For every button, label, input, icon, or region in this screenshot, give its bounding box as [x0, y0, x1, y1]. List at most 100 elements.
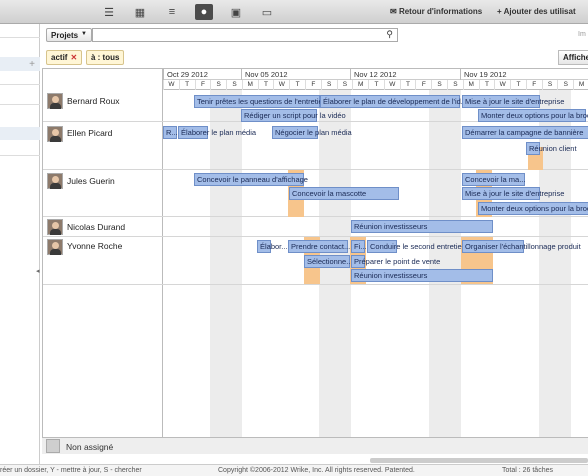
- day-label: M: [352, 80, 368, 90]
- unassigned-label: Non assigné: [66, 442, 114, 452]
- day-label: T: [478, 80, 495, 90]
- task-bar[interactable]: Concevoir la mascotte: [289, 187, 399, 200]
- gantt-chart: Oct 29 2012 Nov 05 2012 Nov 12 2012 Nov …: [42, 68, 588, 440]
- collapse-arrow-icon[interactable]: ◂: [36, 267, 40, 275]
- task-bar[interactable]: R...: [163, 126, 178, 139]
- task-total: Total : 26 tâches: [502, 467, 553, 474]
- projects-dropdown[interactable]: Projets ▼: [46, 28, 92, 42]
- day-label: W: [383, 80, 400, 90]
- task-bar[interactable]: Prendre contact...: [288, 240, 350, 253]
- day-label: F: [525, 80, 542, 90]
- chat-icon[interactable]: ▭: [258, 4, 276, 20]
- day-label: S: [557, 80, 573, 90]
- im-label: Im: [578, 31, 586, 38]
- task-bar[interactable]: Conduire le second entretien: [367, 240, 466, 253]
- person-name: Nicolas Durand: [67, 222, 126, 232]
- day-label: T: [257, 80, 274, 90]
- week-label: Nov 05 2012: [241, 69, 288, 80]
- add-user-label: Ajouter des utilisat: [503, 7, 576, 16]
- day-label: F: [415, 80, 431, 90]
- task-bar[interactable]: Élabor...: [257, 240, 288, 253]
- menu-icon[interactable]: ☰: [100, 4, 118, 20]
- day-label: T: [368, 80, 384, 90]
- avatar: [47, 219, 63, 235]
- day-label: M: [241, 80, 258, 90]
- task-bar[interactable]: Négocier le plan média: [272, 126, 352, 139]
- day-label: S: [226, 80, 242, 90]
- search-input[interactable]: ⚲: [92, 28, 398, 42]
- task-bar[interactable]: Élaborer le plan média: [178, 126, 256, 139]
- top-toolbar: ☰ ▦ ≡ ● ▣ ▭ ✉ Retour d'informations + Aj…: [0, 0, 588, 24]
- person-row: Nicolas Durand: [43, 217, 588, 237]
- avatar: [46, 439, 60, 453]
- sidebar-divider: [0, 84, 40, 85]
- task-bar[interactable]: Mise à jour le site d'entreprise: [462, 95, 564, 108]
- filter-tag-label: à : tous: [91, 53, 120, 62]
- calendar-icon[interactable]: ▣: [227, 4, 245, 20]
- filter-tag-active[interactable]: actif ✕: [46, 50, 83, 65]
- day-label: M: [462, 80, 479, 90]
- task-bar[interactable]: Préparer le point de vente: [351, 255, 440, 268]
- task-bar[interactable]: Réunion investisseurs: [351, 220, 493, 233]
- day-label: T: [510, 80, 526, 90]
- avatar: [47, 93, 63, 109]
- list-icon[interactable]: ≡: [163, 4, 181, 20]
- task-bar[interactable]: Concevoir la ma...: [462, 173, 525, 186]
- shortcuts-text: réer un dossier, Y - mettre à jour, S - …: [0, 467, 142, 474]
- close-icon[interactable]: ✕: [70, 53, 77, 62]
- week-label: Nov 19 2012: [460, 69, 507, 80]
- task-bar[interactable]: Tenir prêtes les questions de l'entretie…: [194, 95, 327, 108]
- task-bar[interactable]: Rédiger un script pour la vidéo: [241, 109, 346, 122]
- avatar: [47, 126, 63, 142]
- person-name: Bernard Roux: [67, 96, 120, 106]
- feedback-button[interactable]: ✉ Retour d'informations: [390, 7, 482, 16]
- task-bar[interactable]: Fi...: [351, 240, 367, 253]
- task-bar[interactable]: Élaborer le plan de développement de l'i…: [320, 95, 467, 108]
- task-bar[interactable]: Monter deux options pour la broch: [478, 109, 588, 122]
- day-label: S: [320, 80, 337, 90]
- day-label: S: [447, 80, 463, 90]
- left-sidebar: + ◂: [0, 24, 40, 464]
- day-label: S: [541, 80, 558, 90]
- plus-icon[interactable]: +: [29, 59, 35, 70]
- task-bar[interactable]: Sélectionne...: [304, 255, 352, 268]
- task-bar[interactable]: Mise à jour le site d'entreprise: [462, 187, 564, 200]
- sidebar-divider: [0, 104, 40, 105]
- person-name: Jules Guerin: [67, 176, 115, 186]
- sidebar-selected-item[interactable]: [0, 127, 40, 140]
- person-name: Yvonne Roche: [67, 241, 123, 251]
- task-bar[interactable]: Réunion client: [526, 142, 577, 155]
- add-user-button[interactable]: + Ajouter des utilisat: [497, 7, 576, 16]
- copyright-text: Copyright ©2006-2012 Wrike, Inc. All rig…: [218, 467, 415, 474]
- day-label: F: [305, 80, 321, 90]
- day-label: S: [336, 80, 353, 90]
- search-icon[interactable]: ⚲: [386, 29, 393, 40]
- horizontal-scrollbar[interactable]: [370, 458, 588, 463]
- sidebar-divider: [0, 155, 40, 156]
- person-icon[interactable]: ●: [195, 4, 213, 20]
- task-bar[interactable]: Monter deux options pour la broch: [478, 202, 588, 215]
- day-label: W: [163, 80, 179, 90]
- day-label: W: [273, 80, 289, 90]
- filter-tag-label: actif: [51, 53, 68, 62]
- grid-icon[interactable]: ▦: [131, 4, 149, 20]
- task-bar[interactable]: Réunion investisseurs: [351, 269, 493, 282]
- day-label: S: [210, 80, 226, 90]
- chat-icon: ✉: [390, 7, 399, 16]
- filter-tag-all[interactable]: à : tous: [86, 50, 125, 65]
- day-label: T: [399, 80, 416, 90]
- week-header: Oct 29 2012 Nov 05 2012 Nov 12 2012 Nov …: [163, 69, 588, 80]
- plus-icon: +: [497, 7, 504, 16]
- week-label: Nov 12 2012: [350, 69, 397, 80]
- unassigned-row: Non assigné: [42, 437, 588, 454]
- task-bar[interactable]: Organiser l'échantillonnage produit: [462, 240, 581, 253]
- feedback-label: Retour d'informations: [398, 7, 483, 16]
- day-label: T: [289, 80, 305, 90]
- task-bar[interactable]: Concevoir le panneau d'affichage: [194, 173, 308, 186]
- display-button[interactable]: Affiche: [558, 50, 588, 65]
- day-label: S: [431, 80, 447, 90]
- day-label: M: [573, 80, 588, 90]
- week-label: Oct 29 2012: [163, 69, 208, 80]
- task-bar[interactable]: Démarrer la campagne de bannière: [462, 126, 588, 139]
- footer: réer un dossier, Y - mettre à jour, S - …: [0, 464, 588, 476]
